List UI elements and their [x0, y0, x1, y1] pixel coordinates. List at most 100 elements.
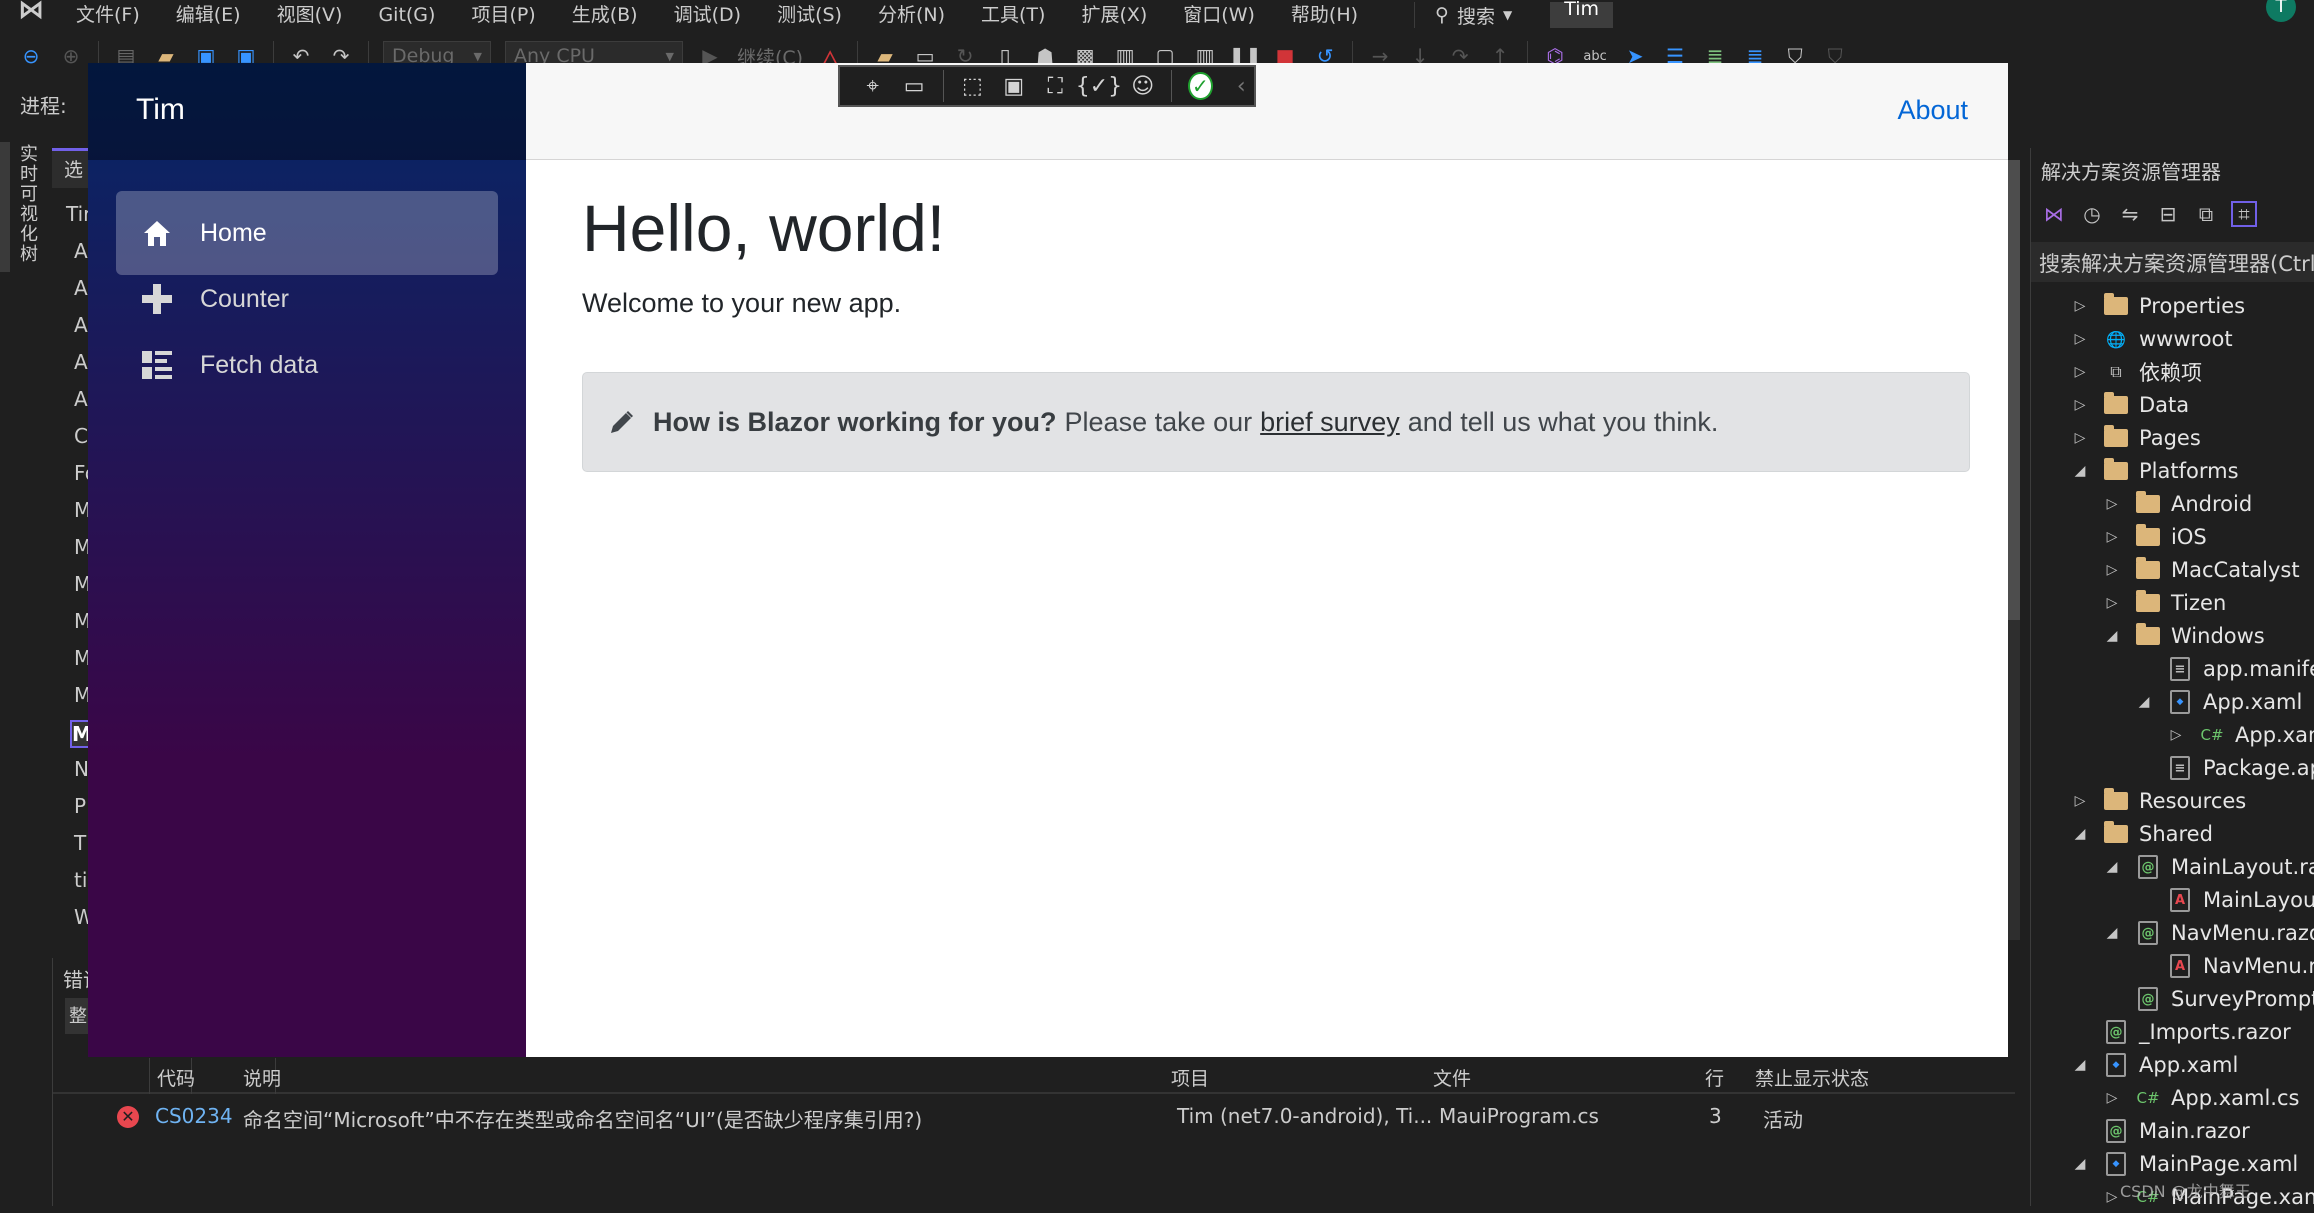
collapsed-arrow-icon[interactable]: ▷	[2103, 595, 2121, 611]
collapsed-arrow-icon[interactable]: ▷	[2103, 496, 2121, 512]
expanded-arrow-icon[interactable]: ◢	[2071, 826, 2089, 842]
survey-link[interactable]: brief survey	[1260, 407, 1400, 438]
solution-tree-item[interactable]: ▷ C# App.xaml.cs	[2103, 1082, 2300, 1114]
solution-tree-item[interactable]: ◢ ◆ MainPage.xaml	[2071, 1148, 2298, 1180]
visual-tree-item[interactable]: A	[74, 350, 88, 374]
solution-tree-item[interactable]: @ _Imports.razor	[2071, 1016, 2291, 1048]
nav-item-fetch-data[interactable]: Fetch data	[116, 323, 498, 407]
solution-tree-item[interactable]: ▷ Data	[2071, 389, 2189, 421]
solution-tree-item[interactable]: @ SurveyPrompt.razor	[2103, 983, 2314, 1015]
live-visual-tree-tab[interactable]: 实时可视化树	[14, 144, 40, 264]
collapsed-arrow-icon[interactable]: ▷	[2071, 793, 2089, 809]
expanded-arrow-icon[interactable]: ◢	[2135, 694, 2153, 710]
visual-tree-item[interactable]: T	[74, 831, 86, 855]
error-row[interactable]: ✕ CS0234 命名空间“Microsoft”中不存在类型或命名空间名“UI”…	[53, 1100, 2015, 1136]
column-header-suppression-state[interactable]: 禁止显示状态	[1755, 1064, 1869, 1091]
collapsed-arrow-icon[interactable]: ▷	[2103, 1189, 2121, 1205]
solution-tree-item[interactable]: ◢ ◆ App.xaml	[2071, 1049, 2238, 1081]
visual-tree-item[interactable]: N	[74, 757, 89, 781]
navigate-forward-icon[interactable]: ⊕	[58, 43, 84, 69]
about-link[interactable]: About	[1897, 95, 1968, 126]
solution-tree-item[interactable]: ≡ app.manifest	[2135, 653, 2314, 685]
solution-tree-item[interactable]: ◢ Windows	[2103, 620, 2265, 652]
menu-item[interactable]: 编辑(E)	[176, 6, 241, 25]
solution-tree-item[interactable]: ▷ Pages	[2071, 422, 2201, 454]
collapse-all-icon[interactable]: ⊟	[2155, 201, 2181, 227]
solution-tree-item[interactable]: ◢ Platforms	[2071, 455, 2239, 487]
accessibility-icon[interactable]: ☺	[1130, 71, 1155, 101]
solution-tree-item[interactable]: ◢ @ MainLayout.razor	[2103, 851, 2314, 883]
column-header-code[interactable]: 代码	[157, 1064, 195, 1091]
menu-item[interactable]: 项目(P)	[471, 6, 535, 25]
collapsed-arrow-icon[interactable]: ▷	[2071, 364, 2089, 380]
visual-tree-item[interactable]: A	[74, 276, 88, 300]
menu-item[interactable]: Git(G)	[378, 6, 435, 25]
solution-tree-item[interactable]: ▷ Tizen	[2103, 587, 2226, 619]
expanded-arrow-icon[interactable]: ◢	[2071, 1156, 2089, 1172]
record-video-icon[interactable]: ▭	[901, 71, 926, 101]
expanded-arrow-icon[interactable]: ◢	[2103, 925, 2121, 941]
navigate-back-icon[interactable]: ⊖	[18, 43, 44, 69]
column-header-file[interactable]: 文件	[1433, 1064, 1471, 1091]
solution-tree-item[interactable]: ◢ ◆ App.xaml	[2135, 686, 2302, 718]
expanded-arrow-icon[interactable]: ◢	[2103, 628, 2121, 644]
solution-explorer-search-input[interactable]: 搜索解决方案资源管理器(Ctrl	[2031, 242, 2314, 282]
solution-tree-item[interactable]: ◢ Shared	[2071, 818, 2213, 850]
solution-tree-item[interactable]: ◢ @ NavMenu.razor	[2103, 917, 2314, 949]
visual-tree-item[interactable]: C	[74, 424, 88, 448]
solution-tree-item[interactable]: ▷ Android	[2103, 488, 2252, 520]
track-focused-element-icon[interactable]: ⛶	[1043, 71, 1068, 101]
collapsed-arrow-icon[interactable]: ▷	[2167, 727, 2185, 743]
collapsed-arrow-icon[interactable]: ▷	[2071, 331, 2089, 347]
visual-tree-item[interactable]: P	[74, 794, 86, 818]
menu-item[interactable]: 调试(D)	[674, 6, 741, 25]
collapsed-arrow-icon[interactable]: ▷	[2071, 397, 2089, 413]
solution-tree-item[interactable]: ▷ C# App.xaml.cs	[2167, 719, 2314, 751]
pending-changes-filter-icon[interactable]: ◷	[2079, 201, 2105, 227]
hot-reload-status-icon[interactable]: ✓	[1188, 72, 1213, 100]
column-header-line[interactable]: 行	[1705, 1064, 1724, 1091]
collapse-toolbar-icon[interactable]: ‹	[1229, 71, 1254, 101]
solution-tree-item[interactable]: @ Main.razor	[2071, 1115, 2250, 1147]
display-layout-adorners-icon[interactable]: ▣	[1001, 71, 1026, 101]
account-avatar[interactable]: T	[2266, 0, 2296, 22]
app-brand[interactable]: Tim	[136, 93, 185, 127]
sync-with-document-icon[interactable]: ⇋	[2117, 201, 2143, 227]
menu-item[interactable]: 文件(F)	[76, 6, 140, 25]
collapsed-arrow-icon[interactable]: ▷	[2103, 529, 2121, 545]
menu-item[interactable]: 窗口(W)	[1183, 6, 1255, 25]
collapsed-arrow-icon[interactable]: ▷	[2071, 430, 2089, 446]
menu-item[interactable]: 工具(T)	[981, 6, 1045, 25]
solution-tree-item[interactable]: ▷ Properties	[2071, 290, 2245, 322]
menu-item[interactable]: 分析(N)	[878, 6, 945, 25]
go-to-live-visual-tree-icon[interactable]: ⌖	[860, 71, 885, 101]
menu-item[interactable]: 视图(V)	[277, 6, 343, 25]
menu-item[interactable]: 扩展(X)	[1081, 6, 1147, 25]
preview-selected-icon[interactable]: ⌗	[2231, 201, 2257, 227]
solution-tree-item[interactable]: ≡ Package.appxmanifest	[2135, 752, 2314, 784]
expanded-arrow-icon[interactable]: ◢	[2071, 1057, 2089, 1073]
menu-item[interactable]: 生成(B)	[572, 6, 638, 25]
solution-tree-item[interactable]: ▷ ⧉ 依赖项	[2071, 356, 2202, 388]
visual-tree-item[interactable]: A	[74, 313, 88, 337]
collapsed-arrow-icon[interactable]: ▷	[2071, 298, 2089, 314]
solution-tree-item[interactable]: ▷ Resources	[2071, 785, 2246, 817]
visual-tree-item[interactable]: ti	[74, 868, 87, 892]
solution-name-badge[interactable]: Tim	[1550, 0, 1614, 28]
select-element-icon[interactable]: ⬚	[960, 71, 985, 101]
visual-tree-item[interactable]: A	[74, 387, 88, 411]
solution-tree-item[interactable]: A NavMenu.razor.css	[2135, 950, 2314, 982]
collapsed-arrow-icon[interactable]: ▷	[2103, 562, 2121, 578]
error-code-link[interactable]: CS0234	[155, 1104, 233, 1128]
expanded-arrow-icon[interactable]: ◢	[2071, 463, 2089, 479]
column-header-project[interactable]: 项目	[1171, 1064, 1209, 1091]
menu-item[interactable]: 帮助(H)	[1291, 6, 1358, 25]
visual-tree-item[interactable]: A	[74, 239, 88, 263]
collapsed-arrow-icon[interactable]: ▷	[2103, 1090, 2121, 1106]
menu-item[interactable]: 测试(S)	[777, 6, 842, 25]
solution-tree-item[interactable]: ▷ 🌐 wwwroot	[2071, 323, 2233, 355]
column-header-description[interactable]: 说明	[243, 1064, 281, 1091]
solution-tree-item[interactable]: ▷ iOS	[2103, 521, 2207, 553]
expanded-arrow-icon[interactable]: ◢	[2103, 859, 2121, 875]
show-all-files-icon[interactable]: ⧉	[2193, 201, 2219, 227]
